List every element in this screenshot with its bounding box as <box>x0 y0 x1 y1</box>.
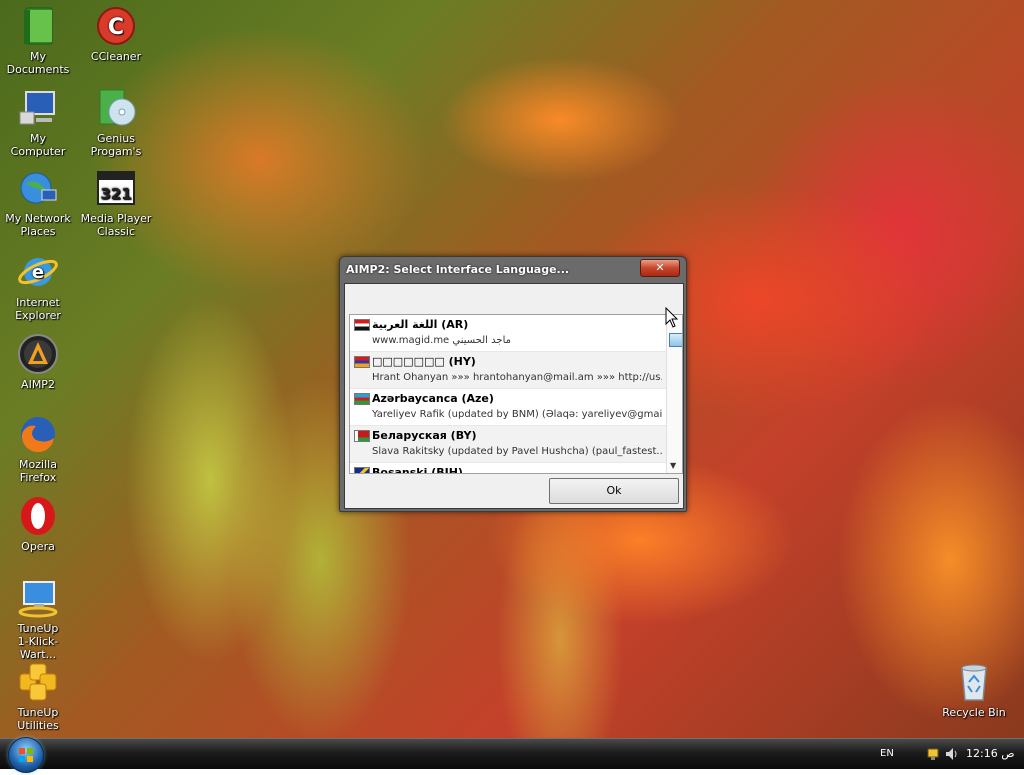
flag-syria-icon <box>354 319 370 331</box>
language-name: Bosanski (BIH) <box>372 466 463 474</box>
svg-text:C: C <box>108 15 124 40</box>
desktop-icon-label: CCleaner <box>90 50 142 63</box>
language-item-aze[interactable]: Azərbaycanca (Aze) Yareliyev Rafik (upda… <box>350 389 682 426</box>
taskbar: EN 12:16 ص <box>0 737 1024 773</box>
desktop-icon-media-player-classic[interactable]: 321 Media Player Classic <box>79 166 153 238</box>
language-name: Azərbaycanca (Aze) <box>372 392 494 405</box>
language-author: Yareliyev Rafik (updated by BNM) (Əlaqə:… <box>372 409 662 420</box>
desktop-icon-opera[interactable]: Opera <box>1 494 75 553</box>
clock[interactable]: 12:16 ص <box>966 747 1015 760</box>
flag-armenia-icon <box>354 356 370 368</box>
network-tray-icon[interactable] <box>927 748 939 760</box>
language-list[interactable]: اللغة العربية (AR) www.magid.me ماجد الح… <box>349 314 683 474</box>
desktop-icon-tuneup-1-klick[interactable]: TuneUp 1-Klick-Wart... <box>1 576 75 661</box>
folder-icon <box>24 7 53 45</box>
language-item-bih[interactable]: Bosanski (BIH) <box>350 463 682 474</box>
network-icon <box>20 172 57 204</box>
opera-icon <box>21 497 55 535</box>
firefox-icon <box>21 417 55 453</box>
language-item-hy[interactable]: □□□□□□□ (HY) Hrant Ohanyan »»» hrantohan… <box>350 352 682 389</box>
svg-text:e: e <box>32 262 44 283</box>
recycle-bin-icon <box>961 664 987 701</box>
desktop-icon-label: AIMP2 <box>21 378 55 391</box>
ok-button[interactable]: Ok <box>549 478 679 504</box>
ccleaner-icon: C <box>97 7 135 45</box>
desktop-icon-tuneup-utilities[interactable]: TuneUp Utilities <box>1 660 75 732</box>
language-indicator[interactable]: EN <box>880 748 894 759</box>
tuneup-icon <box>19 663 57 701</box>
desktop-icon-label: Internet Explorer <box>15 296 61 322</box>
language-name: Беларуская (BY) <box>372 429 477 442</box>
desktop-icon-label: TuneUp Utilities <box>17 706 59 732</box>
desktop-icon-label: TuneUp 1-Klick-Wart... <box>17 622 59 661</box>
flag-bosnia-icon <box>354 467 370 473</box>
scroll-down-icon[interactable]: ▼ <box>670 461 676 470</box>
cd-icon <box>99 89 136 126</box>
computer-icon <box>19 91 55 125</box>
language-author: Hrant Ohanyan »»» hrantohanyan@mail.am »… <box>372 372 662 383</box>
tray-icons[interactable] <box>926 746 962 762</box>
flag-belarus-icon <box>354 430 370 442</box>
desktop-icon-recycle-bin[interactable]: Recycle Bin <box>937 660 1011 719</box>
mouse-cursor-icon <box>665 307 679 328</box>
desktop-icon-label: Media Player Classic <box>80 212 152 238</box>
desktop-icon-label: Opera <box>21 540 55 553</box>
dialog-title: AIMP2: Select Interface Language... <box>346 263 570 276</box>
language-item-ar[interactable]: اللغة العربية (AR) www.magid.me ماجد الح… <box>350 315 682 352</box>
desktop-background: My Documents My Computer My Network Plac… <box>0 0 1024 738</box>
language-dialog: AIMP2: Select Interface Language... ✕ ال… <box>339 256 687 512</box>
desktop-icon-genius-programs[interactable]: Genius Progam's <box>79 86 153 158</box>
list-scrollbar[interactable]: ▼ <box>666 315 682 473</box>
desktop-icon-label: Recycle Bin <box>942 706 1006 719</box>
language-author: Slava Rakitsky (updated by Pavel Hushcha… <box>372 446 662 457</box>
tuneup-monitor-icon <box>18 581 58 618</box>
windows-logo-icon <box>19 748 33 762</box>
media-player-number: 321 <box>100 185 131 203</box>
desktop-icon-aimp2[interactable]: AIMP2 <box>1 332 75 391</box>
media-player-icon: 321 <box>97 171 135 205</box>
language-name: □□□□□□□ (HY) <box>372 355 476 368</box>
desktop-icon-my-network-places[interactable]: My Network Places <box>1 166 75 238</box>
desktop-icon-my-documents[interactable]: My Documents <box>1 4 75 76</box>
internet-explorer-icon: e <box>18 258 58 286</box>
desktop-icon-label: Genius Progam's <box>90 132 142 158</box>
volume-tray-icon[interactable] <box>946 748 957 760</box>
desktop-icon-internet-explorer[interactable]: e Internet Explorer <box>1 250 75 322</box>
desktop-icon-ccleaner[interactable]: C CCleaner <box>79 4 153 63</box>
language-author: www.magid.me ماجد الحسيني <box>372 335 511 346</box>
flag-azerbaijan-icon <box>354 393 370 405</box>
desktop-icon-mozilla-firefox[interactable]: Mozilla Firefox <box>1 412 75 484</box>
close-button[interactable]: ✕ <box>640 259 680 277</box>
desktop-icon-label: My Computer <box>10 132 66 158</box>
desktop-icon-my-computer[interactable]: My Computer <box>1 86 75 158</box>
language-item-by[interactable]: Беларуская (BY) Slava Rakitsky (updated … <box>350 426 682 463</box>
dialog-client-area: اللغة العربية (AR) www.magid.me ماجد الح… <box>344 283 684 509</box>
aimp-icon <box>18 334 58 374</box>
desktop-icon-label: My Documents <box>6 50 70 76</box>
language-name: اللغة العربية (AR) <box>372 318 469 331</box>
scrollbar-thumb[interactable] <box>669 333 682 347</box>
desktop-icon-label: My Network Places <box>5 212 71 238</box>
desktop-icon-label: Mozilla Firefox <box>19 458 57 484</box>
